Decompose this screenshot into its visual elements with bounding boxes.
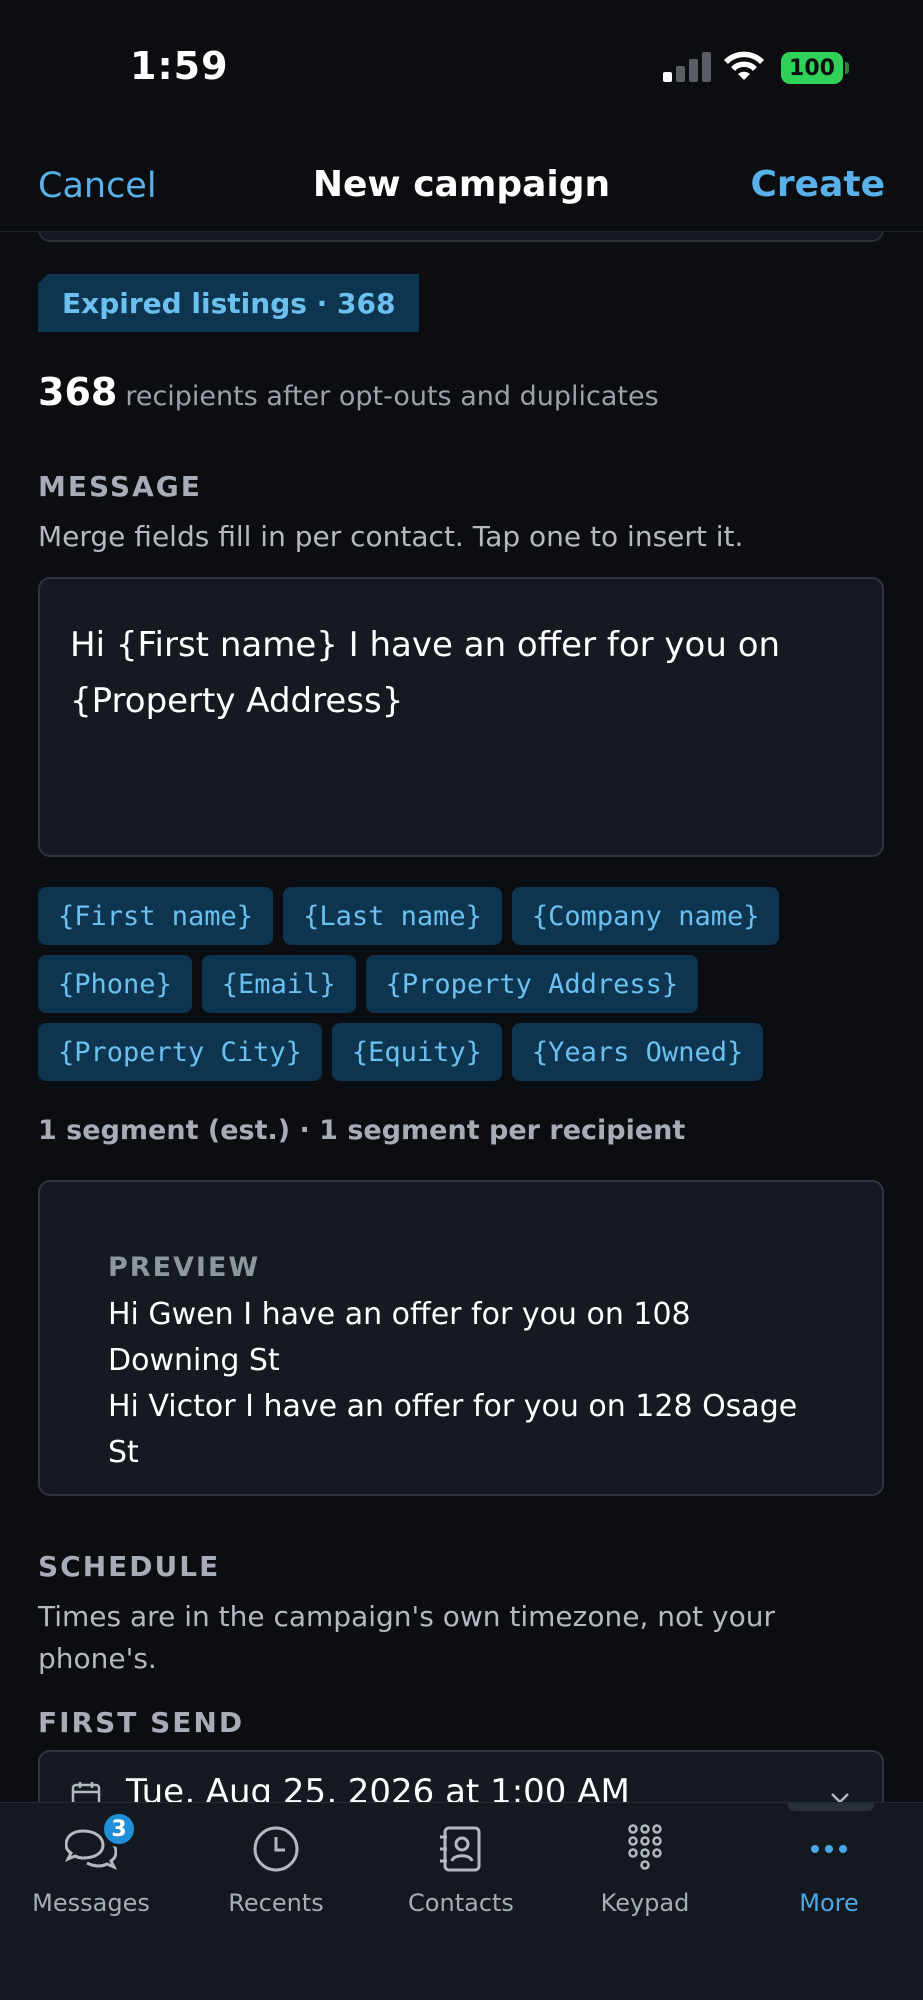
tab-label: More xyxy=(799,1889,859,1917)
tab-messages[interactable]: 3 Messages xyxy=(16,1811,166,1917)
tab-label: Contacts xyxy=(408,1889,514,1917)
tab-label: Recents xyxy=(228,1889,324,1917)
merge-field-phone[interactable]: {Phone} xyxy=(38,955,192,1013)
merge-field-chips: {First name} {Last name} {Company name} … xyxy=(38,887,898,1091)
schedule-section-description: Times are in the campaign's own timezone… xyxy=(38,1600,775,1675)
status-time: 1:59 xyxy=(130,44,229,88)
create-button[interactable]: Create xyxy=(750,164,885,205)
recipient-summary: 368 recipients after opt-outs and duplica… xyxy=(38,370,659,414)
messages-badge: 3 xyxy=(101,1811,137,1847)
message-section-title: MESSAGE xyxy=(38,470,202,503)
status-bar: 1:59 100 xyxy=(0,0,923,140)
message-body: Hi {First name} I have an offer for you … xyxy=(70,625,781,721)
preview-lines: Hi Gwen I have an offer for you on 108 D… xyxy=(108,1292,828,1476)
keypad-icon xyxy=(628,1824,662,1870)
preview-line: Hi Victor I have an offer for you on 128… xyxy=(108,1389,798,1470)
clock-icon xyxy=(253,1826,299,1872)
cellular-signal-icon xyxy=(663,52,711,82)
tab-recents[interactable]: Recents xyxy=(201,1823,351,1917)
merge-field-row: {Phone} {Email} {Property Address} xyxy=(38,955,898,1013)
campaign-form[interactable]: Expired listings · 368 368 recipients aft… xyxy=(0,232,923,1802)
recipient-text: recipients after opt-outs and duplicates xyxy=(125,381,659,412)
merge-field-equity[interactable]: {Equity} xyxy=(331,1023,502,1081)
schedule-section-title: SCHEDULE xyxy=(38,1550,221,1583)
message-input[interactable]: Hi {First name} I have an offer for you … xyxy=(38,577,884,857)
contacts-icon xyxy=(440,1826,481,1872)
preview-card: PREVIEW Hi Gwen I have an offer for you … xyxy=(38,1180,884,1496)
tab-more[interactable]: More xyxy=(754,1823,904,1917)
merge-field-last-name[interactable]: {Last name} xyxy=(283,887,502,945)
battery-nub xyxy=(845,62,849,74)
merge-field-first-name[interactable]: {First name} xyxy=(38,887,274,945)
merge-field-company-name[interactable]: {Company name} xyxy=(511,887,780,945)
tab-contacts[interactable]: Contacts xyxy=(386,1823,536,1917)
merge-field-email[interactable]: {Email} xyxy=(201,955,356,1013)
calendar-icon xyxy=(71,1782,101,1802)
segment-estimate: 1 segment (est.) · 1 segment per recipie… xyxy=(38,1115,686,1146)
tab-bar-handle xyxy=(788,1803,874,1811)
page-title: New campaign xyxy=(312,164,611,205)
tab-label: Keypad xyxy=(600,1889,690,1917)
merge-field-property-address[interactable]: {Property Address} xyxy=(365,955,699,1013)
battery-indicator: 100 xyxy=(781,52,843,84)
audience-picker-edge[interactable] xyxy=(38,232,884,242)
wifi-icon xyxy=(724,51,764,80)
merge-field-years-owned[interactable]: {Years Owned} xyxy=(511,1023,764,1081)
cancel-button[interactable]: Cancel xyxy=(38,166,157,206)
first-send-picker[interactable]: Tue, Aug 25, 2026 at 1:00 AM xyxy=(38,1750,884,1802)
more-icon xyxy=(811,1845,847,1853)
tab-keypad[interactable]: Keypad xyxy=(570,1823,720,1917)
recipient-count: 368 xyxy=(38,370,118,414)
first-send-label: FIRST SEND xyxy=(38,1706,245,1739)
preview-label: PREVIEW xyxy=(108,1252,261,1283)
chevron-down-icon xyxy=(831,1793,849,1802)
merge-field-property-city[interactable]: {Property City} xyxy=(38,1023,322,1081)
merge-field-row: {Property City} {Equity} {Years Owned} xyxy=(38,1023,898,1081)
merge-field-row: {First name} {Last name} {Company name} xyxy=(38,887,898,945)
tab-label: Messages xyxy=(32,1889,150,1917)
preview-line: Hi Gwen I have an offer for you on 108 D… xyxy=(108,1297,691,1378)
segment-tag[interactable]: Expired listings · 368 xyxy=(38,274,420,332)
first-send-value: Tue, Aug 25, 2026 at 1:00 AM xyxy=(126,1772,630,1802)
tab-bar: 3 Messages Recents Contacts Keypad More xyxy=(0,1802,923,2000)
message-section-description: Merge fields fill in per contact. Tap on… xyxy=(38,520,744,553)
nav-header: Cancel New campaign Create xyxy=(0,140,923,232)
